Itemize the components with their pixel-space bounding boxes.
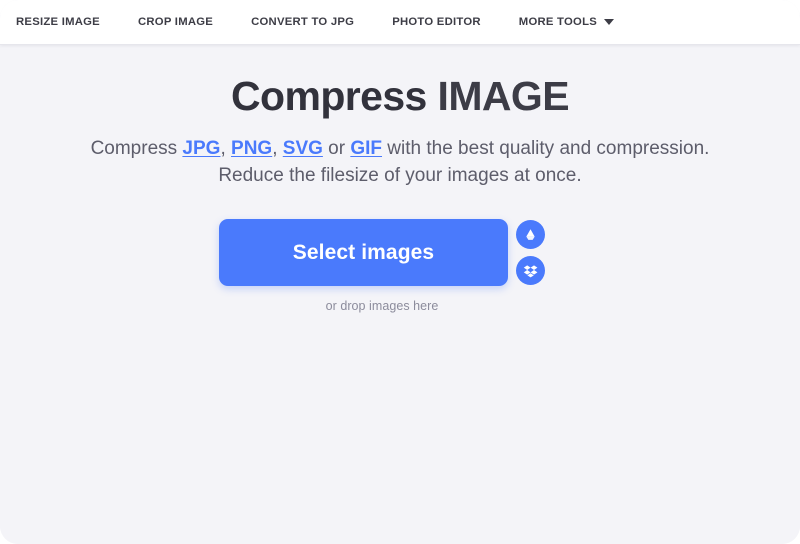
cta-row: Select images [219,219,545,286]
page-title-part2: IMAGE [437,73,570,119]
link-jpg[interactable]: JPG [182,138,220,159]
page-subtitle: Compress JPG, PNG, SVG or GIF with the b… [91,135,710,190]
subtitle-sep-1: , [220,137,232,159]
nav-item-resize-image[interactable]: RESIZE IMAGE [16,16,100,28]
main-navigation: RESIZE IMAGE CROP IMAGE CONVERT TO JPG P… [16,16,615,28]
nav-item-convert-to-jpg[interactable]: CONVERT TO JPG [251,16,354,28]
drop-hint-text: or drop images here [325,299,439,313]
dropbox-icon [523,263,539,279]
chevron-down-icon [604,19,615,25]
subtitle-sep-2: , [272,137,283,159]
select-images-button[interactable]: Select images [219,219,508,286]
page-title: Compress IMAGE [231,73,570,120]
cta-section: Select images or drop images here [219,190,545,313]
nav-item-label: CONVERT TO JPG [251,16,355,28]
subtitle-prefix: Compress [90,137,183,159]
google-drive-button[interactable] [516,220,545,249]
nav-item-label: MORE TOOLS [518,16,598,28]
nav-item-label: PHOTO EDITOR [392,16,481,28]
main-content: Compress IMAGE Compress JPG, PNG, SVG or… [0,45,800,544]
link-png[interactable]: PNG [231,138,272,159]
nav-item-label: RESIZE IMAGE [16,16,100,28]
link-gif[interactable]: GIF [350,138,382,159]
page-title-part1: Compress [231,73,427,119]
subtitle-suffix: with the best quality and compression. [387,137,710,159]
subtitle-sep-3: or [322,137,351,159]
nav-item-photo-editor[interactable]: PHOTO EDITOR [392,16,481,28]
app-window: RESIZE IMAGE CROP IMAGE CONVERT TO JPG P… [0,0,800,544]
nav-item-label: CROP IMAGE [137,16,214,28]
nav-item-crop-image[interactable]: CROP IMAGE [138,16,213,28]
link-svg[interactable]: SVG [283,138,323,159]
subtitle-line2: Reduce the filesize of your images at on… [218,165,582,187]
select-images-label: Select images [292,240,435,264]
nav-item-more-tools[interactable]: MORE TOOLS [518,16,615,28]
site-header: RESIZE IMAGE CROP IMAGE CONVERT TO JPG P… [0,0,800,45]
dropbox-button[interactable] [516,256,545,285]
cloud-import-buttons [516,219,545,286]
google-drive-icon [522,226,539,243]
